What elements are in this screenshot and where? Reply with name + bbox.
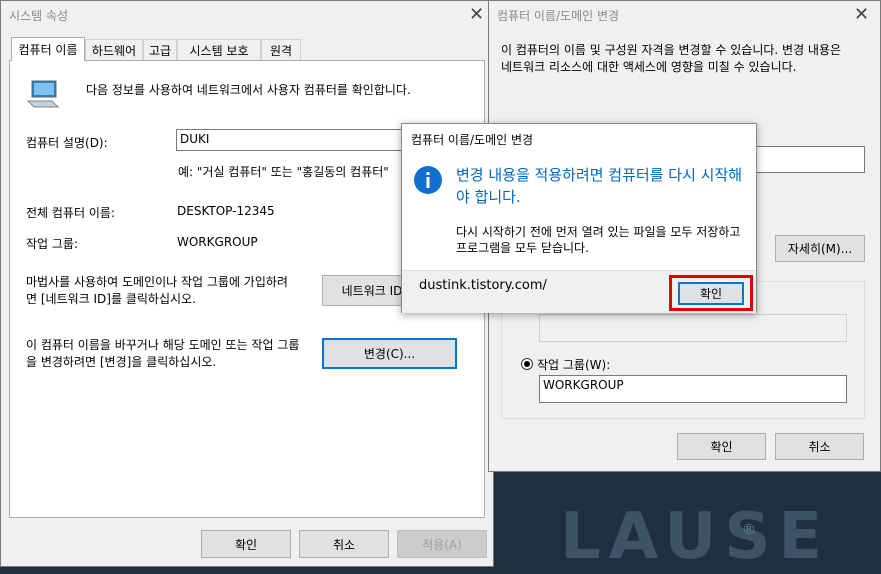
registered-mark-icon: ® (742, 522, 756, 538)
full-name-label: 전체 컴퓨터 이름: (26, 206, 115, 220)
change-text: 이 컴퓨터 이름을 바꾸거나 해당 도메인 또는 작업 그룹을 변경하려면 [변… (26, 338, 300, 369)
workgroup-radio[interactable] (521, 358, 533, 370)
workgroup-radio-label: 작업 그룹(W): (537, 358, 611, 372)
close-icon[interactable]: ✕ (469, 6, 484, 24)
restart-message-box: 컴퓨터 이름/도메인 변경 변경 내용을 적용하려면 컴퓨터를 다시 시작해야 … (401, 123, 757, 313)
tab-computer-name[interactable]: 컴퓨터 이름 (11, 37, 85, 61)
intro-text: 다음 정보를 사용하여 네트워크에서 사용자 컴퓨터를 확인합니다. (86, 83, 411, 97)
main-instruction: 변경 내용을 적용하려면 컴퓨터를 다시 시작해야 합니다. (456, 166, 743, 206)
more-button[interactable]: 자세히(M)... (775, 235, 865, 262)
tab-advanced[interactable]: 고급 (143, 39, 177, 60)
wizard-text: 마법사를 사용하여 도메인이나 작업 그룹에 가입하려면 [네트워크 ID]를 … (26, 275, 288, 306)
info-icon (413, 165, 443, 195)
window-title: 시스템 속성 (9, 9, 69, 23)
content-text: 다시 시작하기 전에 먼저 열려 있는 파일을 모두 저장하고 프로그램을 모두… (456, 225, 741, 255)
close-icon[interactable]: ✕ (854, 6, 869, 24)
cancel-button[interactable]: 취소 (299, 530, 389, 558)
name-change-intro: 이 컴퓨터의 이름 및 구성원 자격을 변경할 수 있습니다. 변경 내용은 네… (501, 43, 842, 74)
description-example: 예: "거실 컴퓨터" 또는 "홍길동의 컴퓨터" (178, 165, 389, 179)
ok-button[interactable]: 확인 (201, 530, 291, 558)
full-name-value: DESKTOP-12345 (177, 204, 275, 218)
tab-system-protection[interactable]: 시스템 보호 (177, 39, 261, 60)
description-label: 컴퓨터 설명(D): (26, 136, 108, 150)
cancel-button[interactable]: 취소 (775, 433, 864, 460)
workgroup-value: WORKGROUP (177, 235, 258, 249)
ok-button[interactable]: 확인 (677, 433, 766, 460)
computer-icon (26, 79, 60, 109)
footer-text: dustink.tistory.com/ (419, 278, 547, 293)
dialog-title: 컴퓨터 이름/도메인 변경 (411, 133, 534, 147)
tab-remote[interactable]: 원격 (261, 39, 301, 60)
ok-button[interactable]: 확인 (678, 282, 744, 305)
apply-button[interactable]: 적용(A) (397, 530, 487, 558)
domain-input (539, 314, 847, 342)
change-button[interactable]: 변경(C)... (322, 338, 457, 369)
window-title: 컴퓨터 이름/도메인 변경 (497, 9, 620, 23)
workgroup-input[interactable]: WORKGROUP (539, 375, 847, 403)
description-input[interactable]: DUKI (176, 129, 408, 151)
background-brand-text: LAUSE (560, 500, 831, 574)
tab-hardware[interactable]: 하드웨어 (85, 39, 143, 60)
workgroup-label: 작업 그룹: (26, 237, 79, 251)
